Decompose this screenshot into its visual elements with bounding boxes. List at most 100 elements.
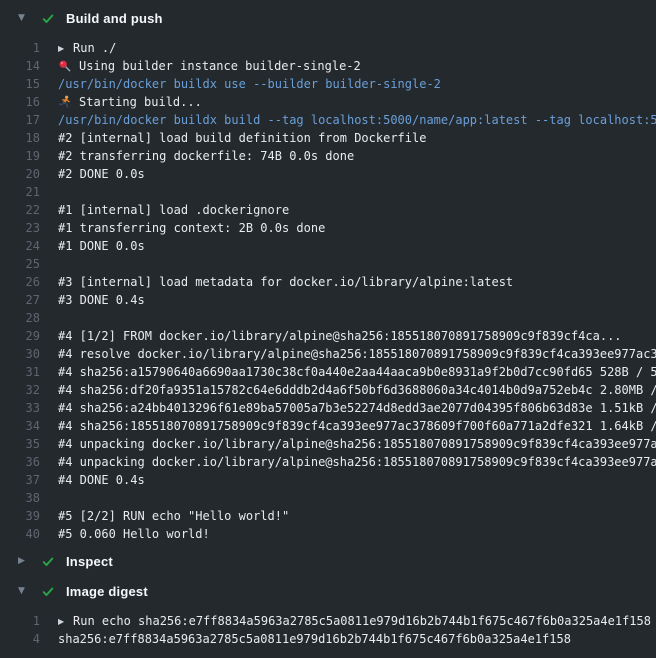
line-number[interactable]: 33	[0, 399, 40, 417]
line-number[interactable]: 22	[0, 201, 40, 219]
log-line: 1 ▶Run echo sha256:e7ff8834a5963a2785c5a…	[0, 612, 656, 630]
line-number[interactable]: 29	[0, 327, 40, 345]
line-number[interactable]: 14	[0, 57, 40, 75]
log-line: 37 #4 DONE 0.4s	[0, 471, 656, 489]
line-number[interactable]: 20	[0, 165, 40, 183]
log-text: #1 transferring context: 2B 0.0s done	[58, 219, 656, 237]
check-icon	[41, 585, 66, 598]
pushpin-icon	[58, 59, 72, 75]
log-line: 29 #4 [1/2] FROM docker.io/library/alpin…	[0, 327, 656, 345]
chevron-down-icon: ▼	[18, 13, 41, 23]
line-number[interactable]: 1	[0, 612, 40, 630]
log-line: 24 #1 DONE 0.0s	[0, 237, 656, 255]
log-section: ▼ Image digest 1 ▶Run echo sha256:e7ff88…	[0, 576, 656, 648]
log-section: ▶ Inspect	[0, 546, 656, 576]
line-number[interactable]: 16	[0, 93, 40, 111]
log-line: 34 #4 sha256:185518070891758909c9f839cf4…	[0, 417, 656, 435]
section-title: Build and push	[66, 11, 163, 26]
line-number[interactable]: 19	[0, 147, 40, 165]
log-line: 19 #2 transferring dockerfile: 74B 0.0s …	[0, 147, 656, 165]
log-line: 31 #4 sha256:a15790640a6690aa1730c38cf0a…	[0, 363, 656, 381]
section-header[interactable]: ▼ Build and push	[0, 0, 656, 36]
log-line: 38	[0, 489, 656, 507]
log-text: #4 unpacking docker.io/library/alpine@sh…	[58, 453, 656, 471]
section-header[interactable]: ▼ Image digest	[0, 576, 656, 606]
log-text	[58, 309, 656, 327]
log-text	[58, 255, 656, 273]
log-text: Starting build...	[58, 93, 656, 111]
section-lines: 1 ▶Run ./ 14 Using builder instance buil…	[0, 36, 656, 543]
line-number[interactable]: 28	[0, 309, 40, 327]
log-line: 33 #4 sha256:a24bb4013296f61e89ba57005a7…	[0, 399, 656, 417]
run-expander-icon[interactable]: ▶	[58, 613, 68, 630]
log-line: 22 #1 [internal] load .dockerignore	[0, 201, 656, 219]
log-text: #3 [internal] load metadata for docker.i…	[58, 273, 656, 291]
line-number[interactable]: 30	[0, 345, 40, 363]
line-number[interactable]: 35	[0, 435, 40, 453]
log-line: 15 /usr/bin/docker buildx use --builder …	[0, 75, 656, 93]
log-line: 25	[0, 255, 656, 273]
log-text: #4 resolve docker.io/library/alpine@sha2…	[58, 345, 656, 363]
log-line: 28	[0, 309, 656, 327]
log-line: 26 #3 [internal] load metadata for docke…	[0, 273, 656, 291]
log-text: #4 sha256:df20fa9351a15782c64e6dddb2d4a6…	[58, 381, 656, 399]
line-number[interactable]: 27	[0, 291, 40, 309]
log-text: Using builder instance builder-single-2	[58, 57, 656, 75]
log-text	[58, 489, 656, 507]
log-line: 1 ▶Run ./	[0, 39, 656, 57]
line-number[interactable]: 1	[0, 39, 40, 57]
line-number[interactable]: 39	[0, 507, 40, 525]
log-section: ▼ Build and push 1 ▶Run ./ 14 Using buil…	[0, 0, 656, 543]
line-number[interactable]: 31	[0, 363, 40, 381]
section-title: Inspect	[66, 554, 113, 569]
check-icon	[41, 555, 66, 568]
line-number[interactable]: 24	[0, 237, 40, 255]
log-text	[58, 183, 656, 201]
line-number[interactable]: 23	[0, 219, 40, 237]
section-header[interactable]: ▶ Inspect	[0, 546, 656, 576]
log-text: #4 sha256:185518070891758909c9f839cf4ca3…	[58, 417, 656, 435]
log-text: #3 DONE 0.4s	[58, 291, 656, 309]
section-lines: 1 ▶Run echo sha256:e7ff8834a5963a2785c5a…	[0, 606, 656, 648]
log-text: #5 0.060 Hello world!	[58, 525, 656, 543]
run-expander-icon[interactable]: ▶	[58, 40, 68, 57]
log-line: 21	[0, 183, 656, 201]
workflow-log: ▼ Build and push 1 ▶Run ./ 14 Using buil…	[0, 0, 656, 658]
check-icon	[41, 12, 66, 25]
log-line: 14 Using builder instance builder-single…	[0, 57, 656, 75]
line-number[interactable]: 34	[0, 417, 40, 435]
line-number[interactable]: 38	[0, 489, 40, 507]
log-text: #2 transferring dockerfile: 74B 0.0s don…	[58, 147, 656, 165]
line-number[interactable]: 4	[0, 630, 40, 648]
line-number[interactable]: 18	[0, 129, 40, 147]
log-text: #2 DONE 0.0s	[58, 165, 656, 183]
log-text: #4 sha256:a24bb4013296f61e89ba57005a7b3e…	[58, 399, 656, 417]
log-line: 30 #4 resolve docker.io/library/alpine@s…	[0, 345, 656, 363]
log-text: ▶Run ./	[58, 39, 656, 57]
log-line: 18 #2 [internal] load build definition f…	[0, 129, 656, 147]
log-text: ▶Run echo sha256:e7ff8834a5963a2785c5a08…	[58, 612, 656, 630]
log-text: #1 DONE 0.0s	[58, 237, 656, 255]
log-line: 23 #1 transferring context: 2B 0.0s done	[0, 219, 656, 237]
log-text: #4 DONE 0.4s	[58, 471, 656, 489]
log-line: 27 #3 DONE 0.4s	[0, 291, 656, 309]
line-number[interactable]: 40	[0, 525, 40, 543]
line-number[interactable]: 36	[0, 453, 40, 471]
section-title: Image digest	[66, 584, 148, 599]
line-number[interactable]: 37	[0, 471, 40, 489]
chevron-down-icon: ▼	[18, 586, 41, 596]
line-number[interactable]: 21	[0, 183, 40, 201]
log-text: /usr/bin/docker buildx build --tag local…	[58, 111, 656, 129]
line-number[interactable]: 32	[0, 381, 40, 399]
log-line: 36 #4 unpacking docker.io/library/alpine…	[0, 453, 656, 471]
line-number[interactable]: 17	[0, 111, 40, 129]
line-number[interactable]: 26	[0, 273, 40, 291]
line-number[interactable]: 15	[0, 75, 40, 93]
log-line: 35 #4 unpacking docker.io/library/alpine…	[0, 435, 656, 453]
log-text: #5 [2/2] RUN echo "Hello world!"	[58, 507, 656, 525]
line-number[interactable]: 25	[0, 255, 40, 273]
log-text: #4 sha256:a15790640a6690aa1730c38cf0a440…	[58, 363, 656, 381]
log-text: sha256:e7ff8834a5963a2785c5a0811e979d16b…	[58, 630, 656, 648]
log-line: 39 #5 [2/2] RUN echo "Hello world!"	[0, 507, 656, 525]
log-line: 32 #4 sha256:df20fa9351a15782c64e6dddb2d…	[0, 381, 656, 399]
